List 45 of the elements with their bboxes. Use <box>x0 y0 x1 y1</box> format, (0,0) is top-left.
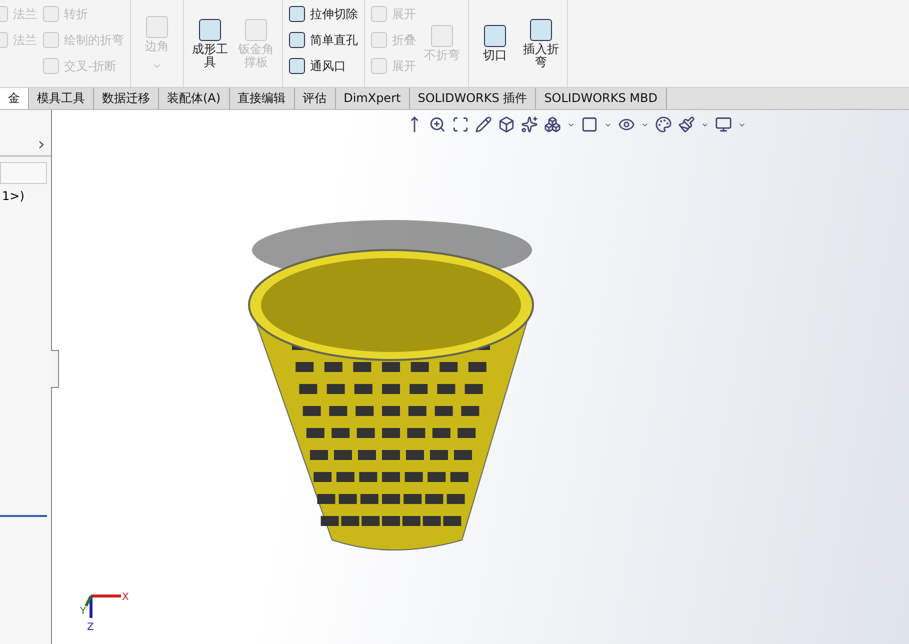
ribbon-tab[interactable]: 模具工具 <box>29 88 94 109</box>
tool-icon <box>371 32 387 48</box>
panel-handle[interactable] <box>51 350 59 388</box>
ribbon-button[interactable]: 插入折弯 <box>521 18 561 68</box>
tree-item[interactable]: 1>) <box>0 189 51 203</box>
ribbon-tab[interactable]: 金 <box>0 88 29 109</box>
view-tool-icon[interactable] <box>452 116 469 133</box>
filter-field[interactable] <box>0 162 47 184</box>
ribbon-tab[interactable]: DimXpert <box>336 88 410 109</box>
axis-triad-drawing: X Y Z <box>76 584 136 634</box>
ribbon-button[interactable]: 通风口 <box>289 56 358 76</box>
tool-icon <box>245 18 267 40</box>
tool-icon <box>431 25 453 47</box>
view-tool-icon[interactable] <box>581 116 598 133</box>
tool-icon <box>530 18 552 40</box>
tool-icon <box>146 16 168 38</box>
ribbon-tab[interactable]: 数据迁移 <box>94 88 159 109</box>
tool-icon <box>43 58 59 74</box>
view-tool-icon[interactable] <box>521 116 538 133</box>
tool-icon <box>289 32 305 48</box>
view-tool-icon[interactable] <box>678 116 695 133</box>
tool-icon <box>43 32 59 48</box>
tool-icon <box>371 6 387 22</box>
ribbon-tab[interactable]: SOLIDWORKS 插件 <box>410 88 536 109</box>
ribbon-tab[interactable]: 直接编辑 <box>230 88 295 109</box>
ribbon-button[interactable]: 切口 <box>475 25 515 62</box>
ribbon-button[interactable]: 成形工具 <box>190 18 230 68</box>
ribbon-button[interactable]: 简单直孔 <box>289 30 358 50</box>
view-tool-icon[interactable] <box>498 116 515 133</box>
tool-icon <box>43 6 59 22</box>
tool-icon <box>371 58 387 74</box>
tool-icon <box>289 6 305 22</box>
ribbon-button[interactable]: 拉伸切除 <box>289 4 358 24</box>
ribbon-tab[interactable]: 评估 <box>294 88 336 109</box>
view-tool-icon[interactable] <box>544 116 561 133</box>
tool-icon <box>484 25 506 47</box>
view-tool-icon[interactable] <box>475 116 492 133</box>
tool-icon <box>199 18 221 40</box>
view-tool-icon[interactable] <box>618 116 635 133</box>
view-tool-icon[interactable] <box>715 116 732 133</box>
ribbon-tab[interactable]: SOLIDWORKS MBD <box>536 88 666 109</box>
tool-icon <box>289 58 305 74</box>
view-tool-icon[interactable] <box>429 116 446 133</box>
view-tool-icon[interactable] <box>655 116 672 133</box>
ribbon-tab[interactable]: 装配体(A) <box>159 88 230 109</box>
